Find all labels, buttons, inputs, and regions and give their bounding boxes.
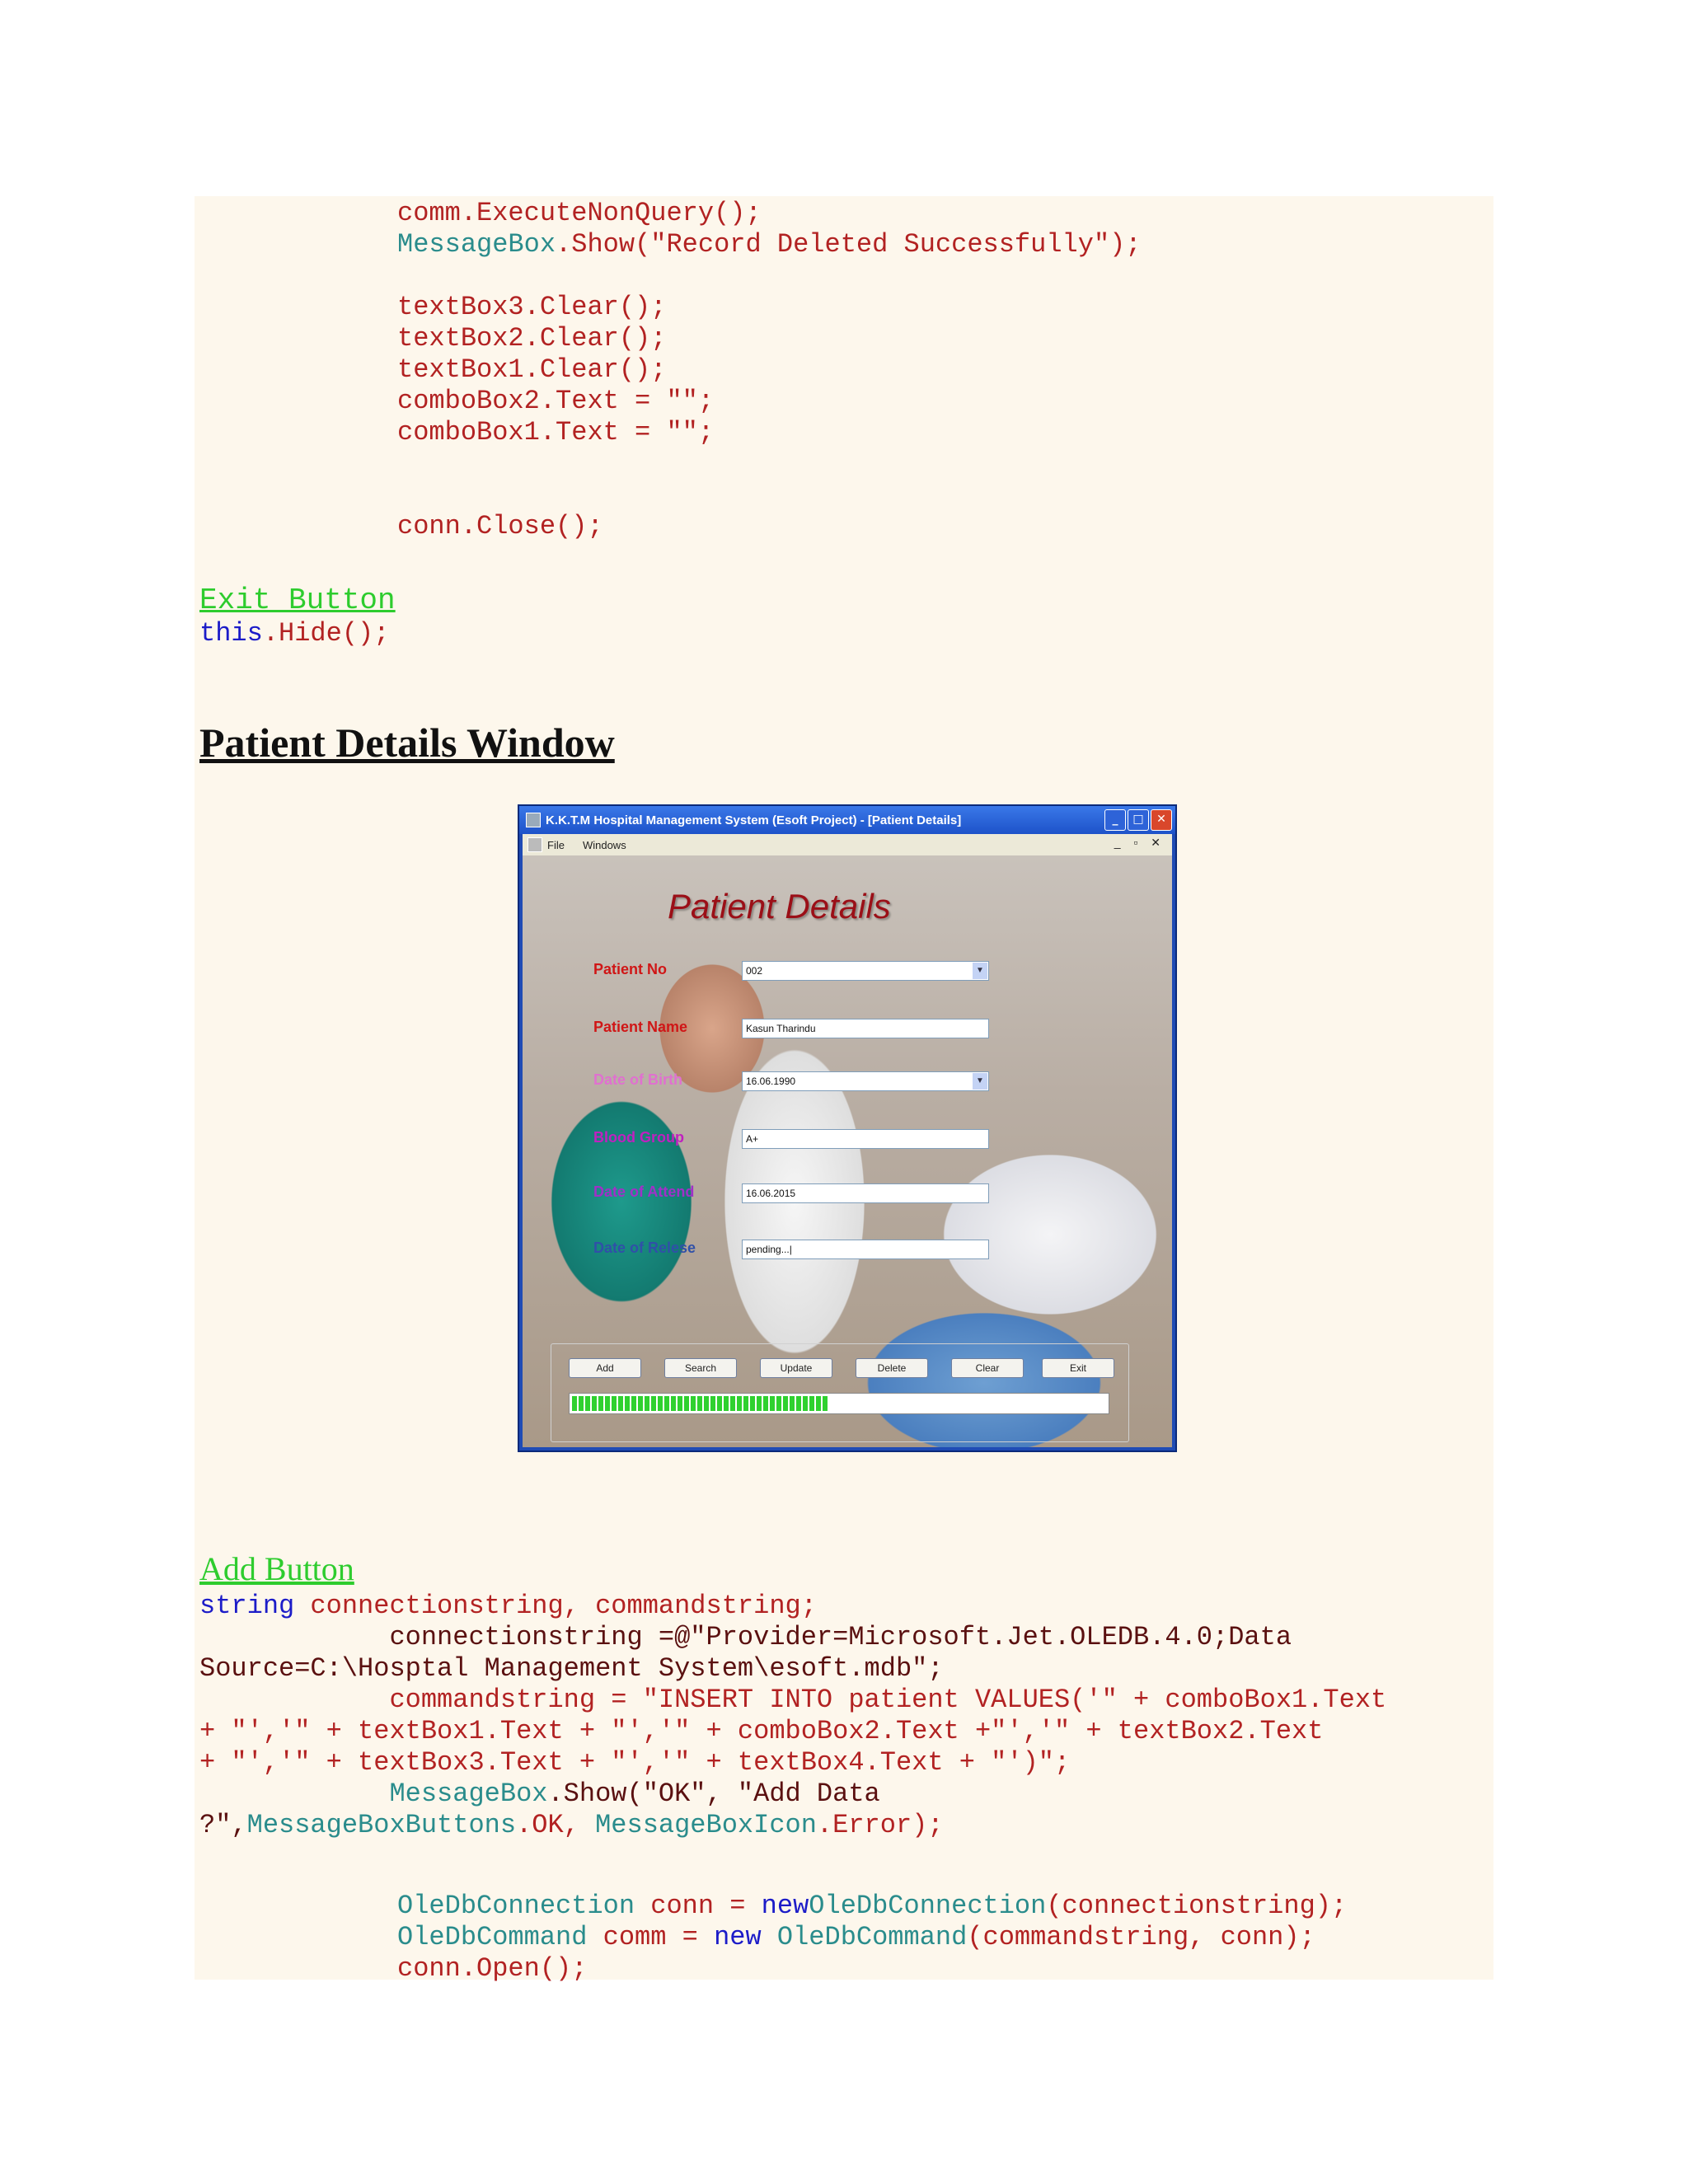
clear-button[interactable]: Clear [951,1358,1024,1378]
form-client-area: Patient Details Patient No 002 ▼ Patient … [523,855,1172,1447]
minimize-icon[interactable]: _ [1104,809,1126,831]
code-line: connectionstring =@"Provider=Microsoft.J… [199,1622,1292,1652]
add-button-heading: Add Button [199,1550,354,1587]
patient-name-input[interactable]: Kasun Tharindu [742,1019,989,1038]
patient-no-combobox[interactable]: 002 ▼ [742,961,989,981]
code-line: comm.ExecuteNonQuery(); [397,198,762,228]
label-patient-name: Patient Name [593,1019,688,1035]
patient-details-screenshot: K.K.T.M Hospital Management System (Esof… [518,804,1177,1452]
delete-button[interactable]: Delete [856,1358,928,1378]
mdi-controls[interactable]: _ ▫ ✕ [1114,836,1165,850]
window-title: K.K.T.M Hospital Management System (Esof… [546,813,962,827]
code-line: + "','" + textBox1.Text + "','" + comboB… [199,1716,1324,1746]
add-button[interactable]: Add [569,1358,641,1378]
label-blood-group: Blood Group [593,1129,684,1146]
maximize-icon[interactable]: □ [1128,809,1149,831]
label-date-of-attend: Date of Attend [593,1183,695,1200]
label-date-of-release: Date of Relese [593,1240,696,1256]
code-line: string connectionstring, commandstring; [199,1591,817,1621]
code-line: textBox1.Clear(); [397,354,667,385]
chevron-down-icon: ▼ [973,963,987,979]
code-line: conn.Open(); [397,1953,588,1984]
mdi-child-icon [528,837,542,852]
label-date-of-birth: Date of Birth [593,1071,682,1088]
chevron-down-icon: ▼ [973,1073,987,1090]
update-button[interactable]: Update [760,1358,832,1378]
code-block-delete: comm.ExecuteNonQuery(); MessageBox.Show(… [397,198,1142,542]
date-of-release-input[interactable]: pending...| [742,1240,989,1259]
code-line: comboBox1.Text = ""; [397,417,715,448]
menu-windows[interactable]: Windows [583,839,626,851]
form-title: Patient Details [668,887,891,926]
code-line: textBox2.Clear(); [397,323,667,354]
code-line: comboBox2.Text = ""; [397,386,715,416]
progress-bar [569,1393,1109,1414]
code-line: ?",MessageBoxButtons.OK, MessageBoxIcon.… [199,1810,944,1840]
code-block-add-connection: OleDbConnection conn = newOleDbConnectio… [397,1891,1347,1985]
code-block-add: string connectionstring, commandstring; … [199,1591,1386,1841]
code-line: commandstring = "INSERT INTO patient VAL… [199,1685,1387,1715]
menu-bar: File Windows _ ▫ ✕ [523,834,1172,855]
code-line: MessageBox.Show("OK", "Add Data [389,1779,880,1809]
code-block-exit: this.Hide(); [199,618,390,649]
section-heading: Patient Details Window [199,719,615,766]
date-of-attend-input[interactable]: 16.06.2015 [742,1183,989,1203]
date-of-birth-picker[interactable]: 16.06.1990 ▼ [742,1071,989,1091]
code-line: conn.Close(); [397,511,603,541]
code-line: + "','" + textBox3.Text + "','" + textBo… [199,1747,1071,1778]
label-patient-no: Patient No [593,961,668,977]
blood-group-input[interactable]: A+ [742,1129,989,1149]
close-icon[interactable]: ✕ [1151,809,1172,831]
code-line: Source=C:\Hosptal Management System\esof… [199,1653,944,1684]
exit-button[interactable]: Exit [1042,1358,1114,1378]
exit-button-heading: Exit Button [199,583,396,617]
app-icon [526,813,541,827]
window-titlebar: K.K.T.M Hospital Management System (Esof… [519,806,1175,834]
search-button[interactable]: Search [664,1358,737,1378]
code-line: OleDbCommand comm = new OleDbCommand(com… [397,1922,1315,1952]
code-line: MessageBox.Show("Record Deleted Successf… [397,229,1142,260]
progress-fill [572,1396,829,1411]
menu-file[interactable]: File [547,839,565,851]
code-line: textBox3.Clear(); [397,292,667,322]
code-line: OleDbConnection conn = newOleDbConnectio… [397,1891,1348,1921]
